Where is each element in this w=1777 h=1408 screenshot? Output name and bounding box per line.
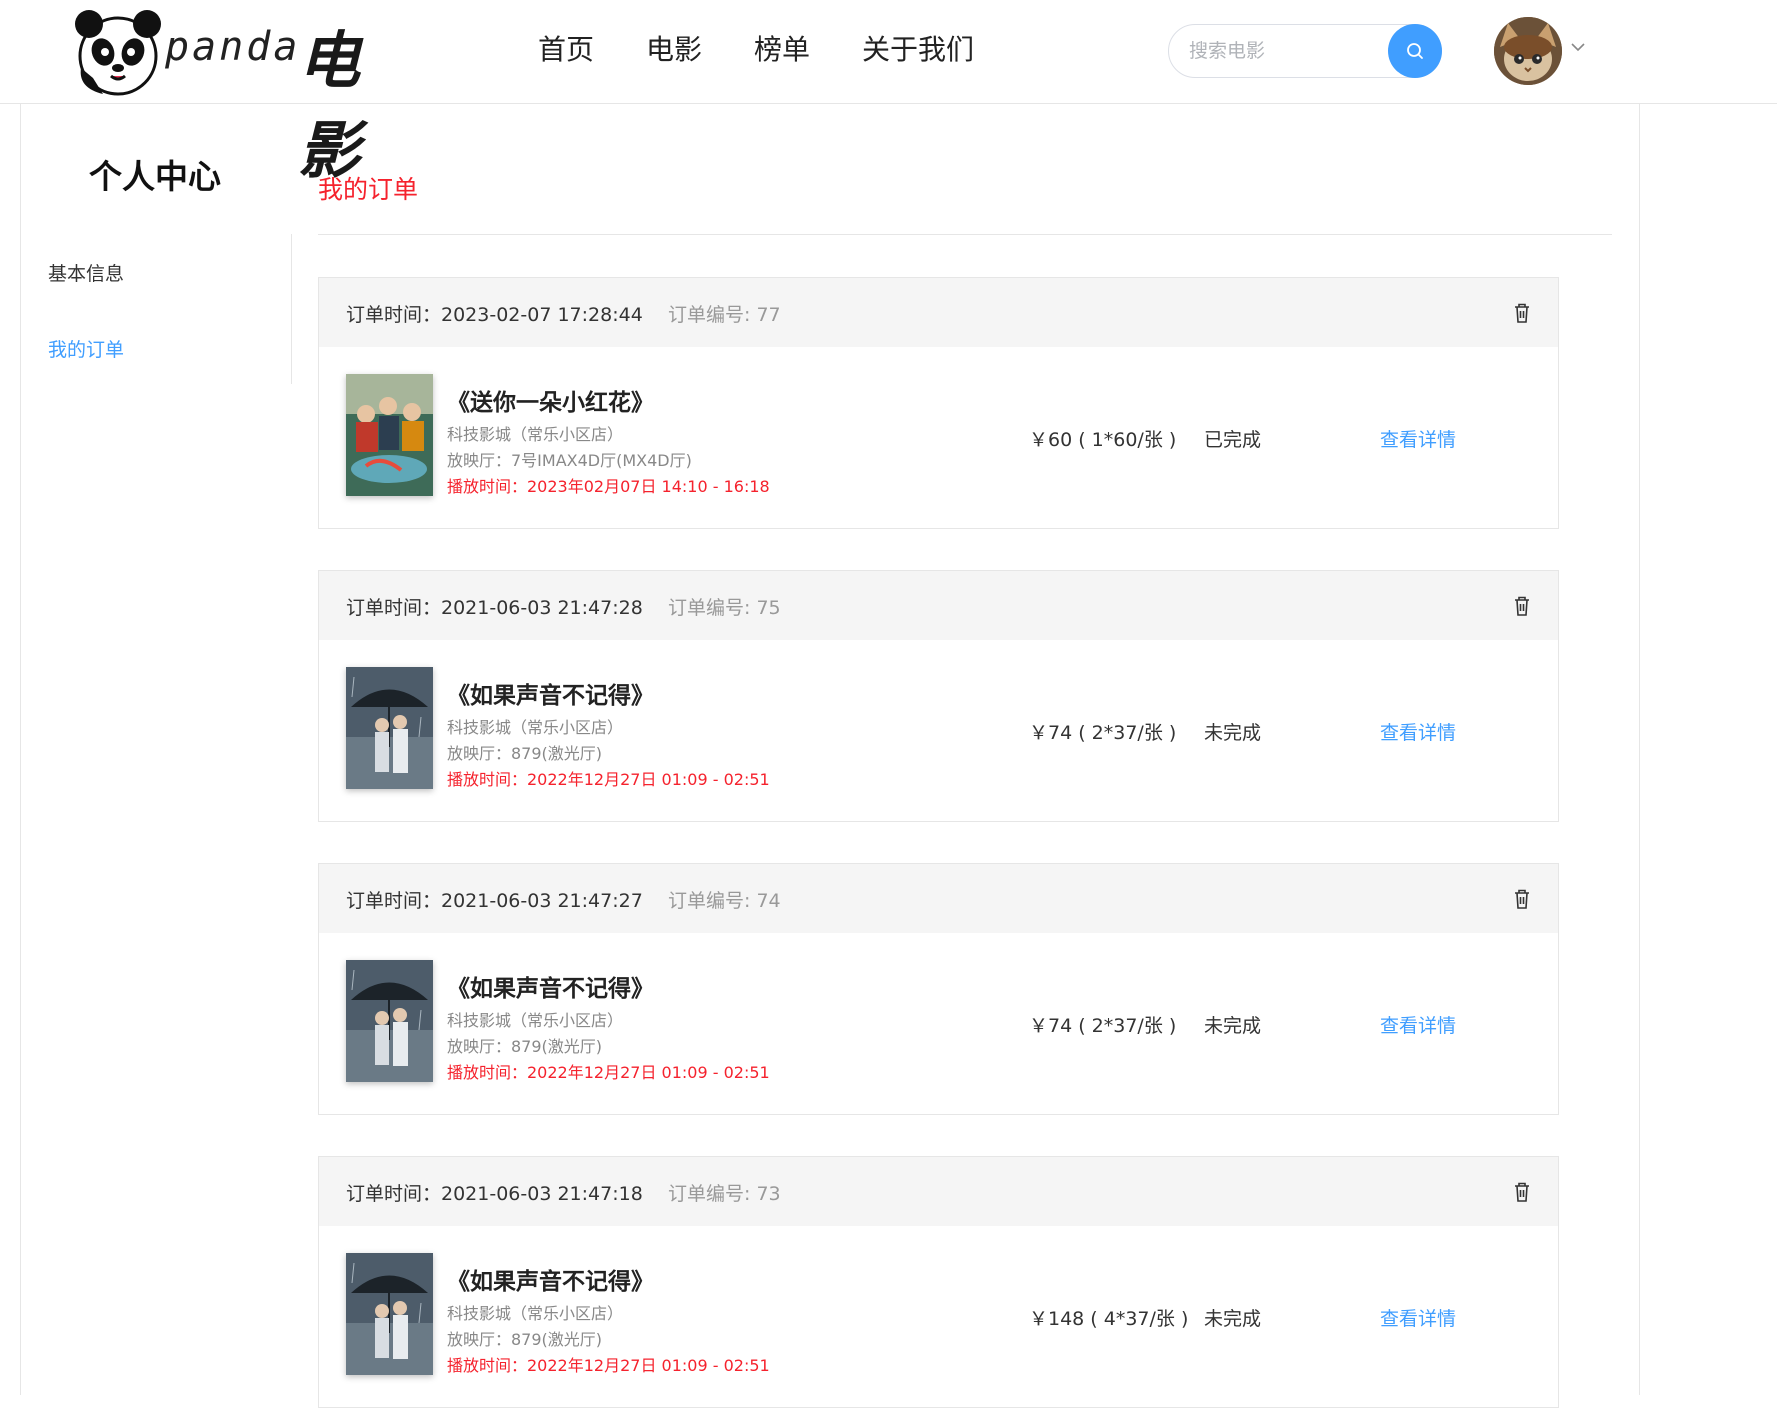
order-time: 订单时间：2023-02-07 17:28:44 (346, 304, 643, 326)
cat-avatar-icon (1494, 17, 1562, 85)
order-body: 《送你一朵小红花》 科技影城（常乐小区店） 放映厅：7号IMAX4D厅(MX4D… (319, 347, 1558, 529)
sidebar-title: 个人中心 (89, 157, 221, 196)
nav-rankings[interactable]: 榜单 (754, 30, 810, 70)
panda-logo-icon (75, 10, 161, 96)
trash-icon[interactable] (1512, 1181, 1532, 1203)
view-details-link[interactable]: 查看详情 (1380, 1011, 1456, 1038)
order-status: 未完成 (1204, 722, 1262, 744)
order-status: 未完成 (1204, 1015, 1262, 1037)
order-number: 订单编号: 77 (668, 304, 781, 326)
cinema-name: 科技影城（常乐小区店） (447, 718, 624, 737)
view-details-link[interactable]: 查看详情 (1380, 1304, 1456, 1331)
movie-poster[interactable] (346, 374, 433, 496)
poster-image-umbrella (346, 960, 433, 1082)
order-body: 《如果声音不记得》 科技影城（常乐小区店） 放映厅：879(激光厅) 播放时间：… (319, 933, 1558, 1115)
movie-poster[interactable] (346, 1253, 433, 1375)
top-header: panda 电影 首页 电影 榜单 关于我们 (0, 0, 1777, 187)
logo-wordmark: panda (165, 24, 301, 70)
order-status: 未完成 (1204, 1308, 1262, 1330)
trash-icon[interactable] (1512, 302, 1532, 324)
order-card: 订单时间：2021-06-03 21:47:18 订单编号: 73 《如果声音不… (318, 1156, 1559, 1408)
order-time: 订单时间：2021-06-03 21:47:18 (346, 1183, 643, 1205)
search-box (1168, 24, 1442, 78)
hall-name: 放映厅：879(激光厅) (447, 744, 603, 763)
site-logo[interactable]: panda 电影 (73, 8, 443, 187)
user-avatar[interactable] (1494, 17, 1562, 85)
search-input[interactable] (1189, 37, 1369, 65)
order-price: ￥60 ( 1*60/张 ) (1029, 429, 1177, 451)
cinema-name: 科技影城（常乐小区店） (447, 1304, 624, 1323)
order-body: 《如果声音不记得》 科技影城（常乐小区店） 放映厅：879(激光厅) 播放时间：… (319, 1226, 1558, 1408)
movie-title[interactable]: 《如果声音不记得》 (447, 676, 654, 710)
search-icon (1407, 43, 1423, 59)
hall-name: 放映厅：879(激光厅) (447, 1037, 603, 1056)
order-card: 订单时间：2021-06-03 21:47:28 订单编号: 75 《如果声音不… (318, 570, 1559, 822)
movie-poster[interactable] (346, 667, 433, 789)
poster-image-flower (346, 374, 433, 496)
chevron-down-icon[interactable] (1570, 42, 1586, 52)
show-time: 播放时间：2022年12月27日 01:09 - 02:51 (447, 1356, 770, 1375)
movie-poster[interactable] (346, 960, 433, 1082)
order-time: 订单时间：2021-06-03 21:47:27 (346, 890, 643, 912)
page-title: 我的订单 (318, 175, 419, 204)
movie-title[interactable]: 《如果声音不记得》 (447, 1262, 654, 1296)
nav-movies[interactable]: 电影 (646, 30, 702, 70)
view-details-link[interactable]: 查看详情 (1380, 425, 1456, 452)
movie-title[interactable]: 《如果声音不记得》 (447, 969, 654, 1003)
cinema-name: 科技影城（常乐小区店） (447, 1011, 624, 1030)
order-price: ￥74 ( 2*37/张 ) (1029, 1015, 1177, 1037)
main-nav: 首页 电影 榜单 关于我们 (538, 30, 1026, 70)
title-divider (318, 234, 1612, 235)
order-number: 订单编号: 75 (668, 597, 781, 619)
view-details-link[interactable]: 查看详情 (1380, 718, 1456, 745)
order-header: 订单时间：2021-06-03 21:47:27 订单编号: 74 (319, 864, 1558, 933)
sidebar-item-basic-info[interactable]: 基本信息 (48, 259, 124, 286)
hall-name: 放映厅：7号IMAX4D厅(MX4D厅) (447, 451, 692, 470)
order-price: ￥148 ( 4*37/张 ) (1029, 1308, 1189, 1330)
order-time: 订单时间：2021-06-03 21:47:28 (346, 597, 643, 619)
trash-icon[interactable] (1512, 595, 1532, 617)
show-time: 播放时间：2023年02月07日 14:10 - 16:18 (447, 477, 770, 496)
sidebar-item-my-orders[interactable]: 我的订单 (48, 335, 124, 362)
show-time: 播放时间：2022年12月27日 01:09 - 02:51 (447, 770, 770, 789)
poster-image-umbrella (346, 667, 433, 789)
search-button[interactable] (1388, 24, 1442, 78)
nav-home[interactable]: 首页 (538, 30, 594, 70)
order-number: 订单编号: 73 (668, 1183, 781, 1205)
order-number: 订单编号: 74 (668, 890, 781, 912)
order-body: 《如果声音不记得》 科技影城（常乐小区店） 放映厅：879(激光厅) 播放时间：… (319, 640, 1558, 822)
nav-about[interactable]: 关于我们 (862, 30, 974, 70)
order-card: 订单时间：2023-02-07 17:28:44 订单编号: 77 《送你一朵小… (318, 277, 1559, 529)
cinema-name: 科技影城（常乐小区店） (447, 425, 624, 444)
order-price: ￥74 ( 2*37/张 ) (1029, 722, 1177, 744)
movie-title[interactable]: 《送你一朵小红花》 (447, 383, 654, 417)
order-header: 订单时间：2021-06-03 21:47:18 订单编号: 73 (319, 1157, 1558, 1226)
order-header: 订单时间：2023-02-07 17:28:44 订单编号: 77 (319, 278, 1558, 347)
show-time: 播放时间：2022年12月27日 01:09 - 02:51 (447, 1063, 770, 1082)
trash-icon[interactable] (1512, 888, 1532, 910)
order-status: 已完成 (1204, 429, 1262, 451)
poster-image-umbrella (346, 1253, 433, 1375)
order-header: 订单时间：2021-06-03 21:47:28 订单编号: 75 (319, 571, 1558, 640)
sidebar-divider (291, 234, 292, 384)
order-card: 订单时间：2021-06-03 21:47:27 订单编号: 74 《如果声音不… (318, 863, 1559, 1115)
hall-name: 放映厅：879(激光厅) (447, 1330, 603, 1349)
